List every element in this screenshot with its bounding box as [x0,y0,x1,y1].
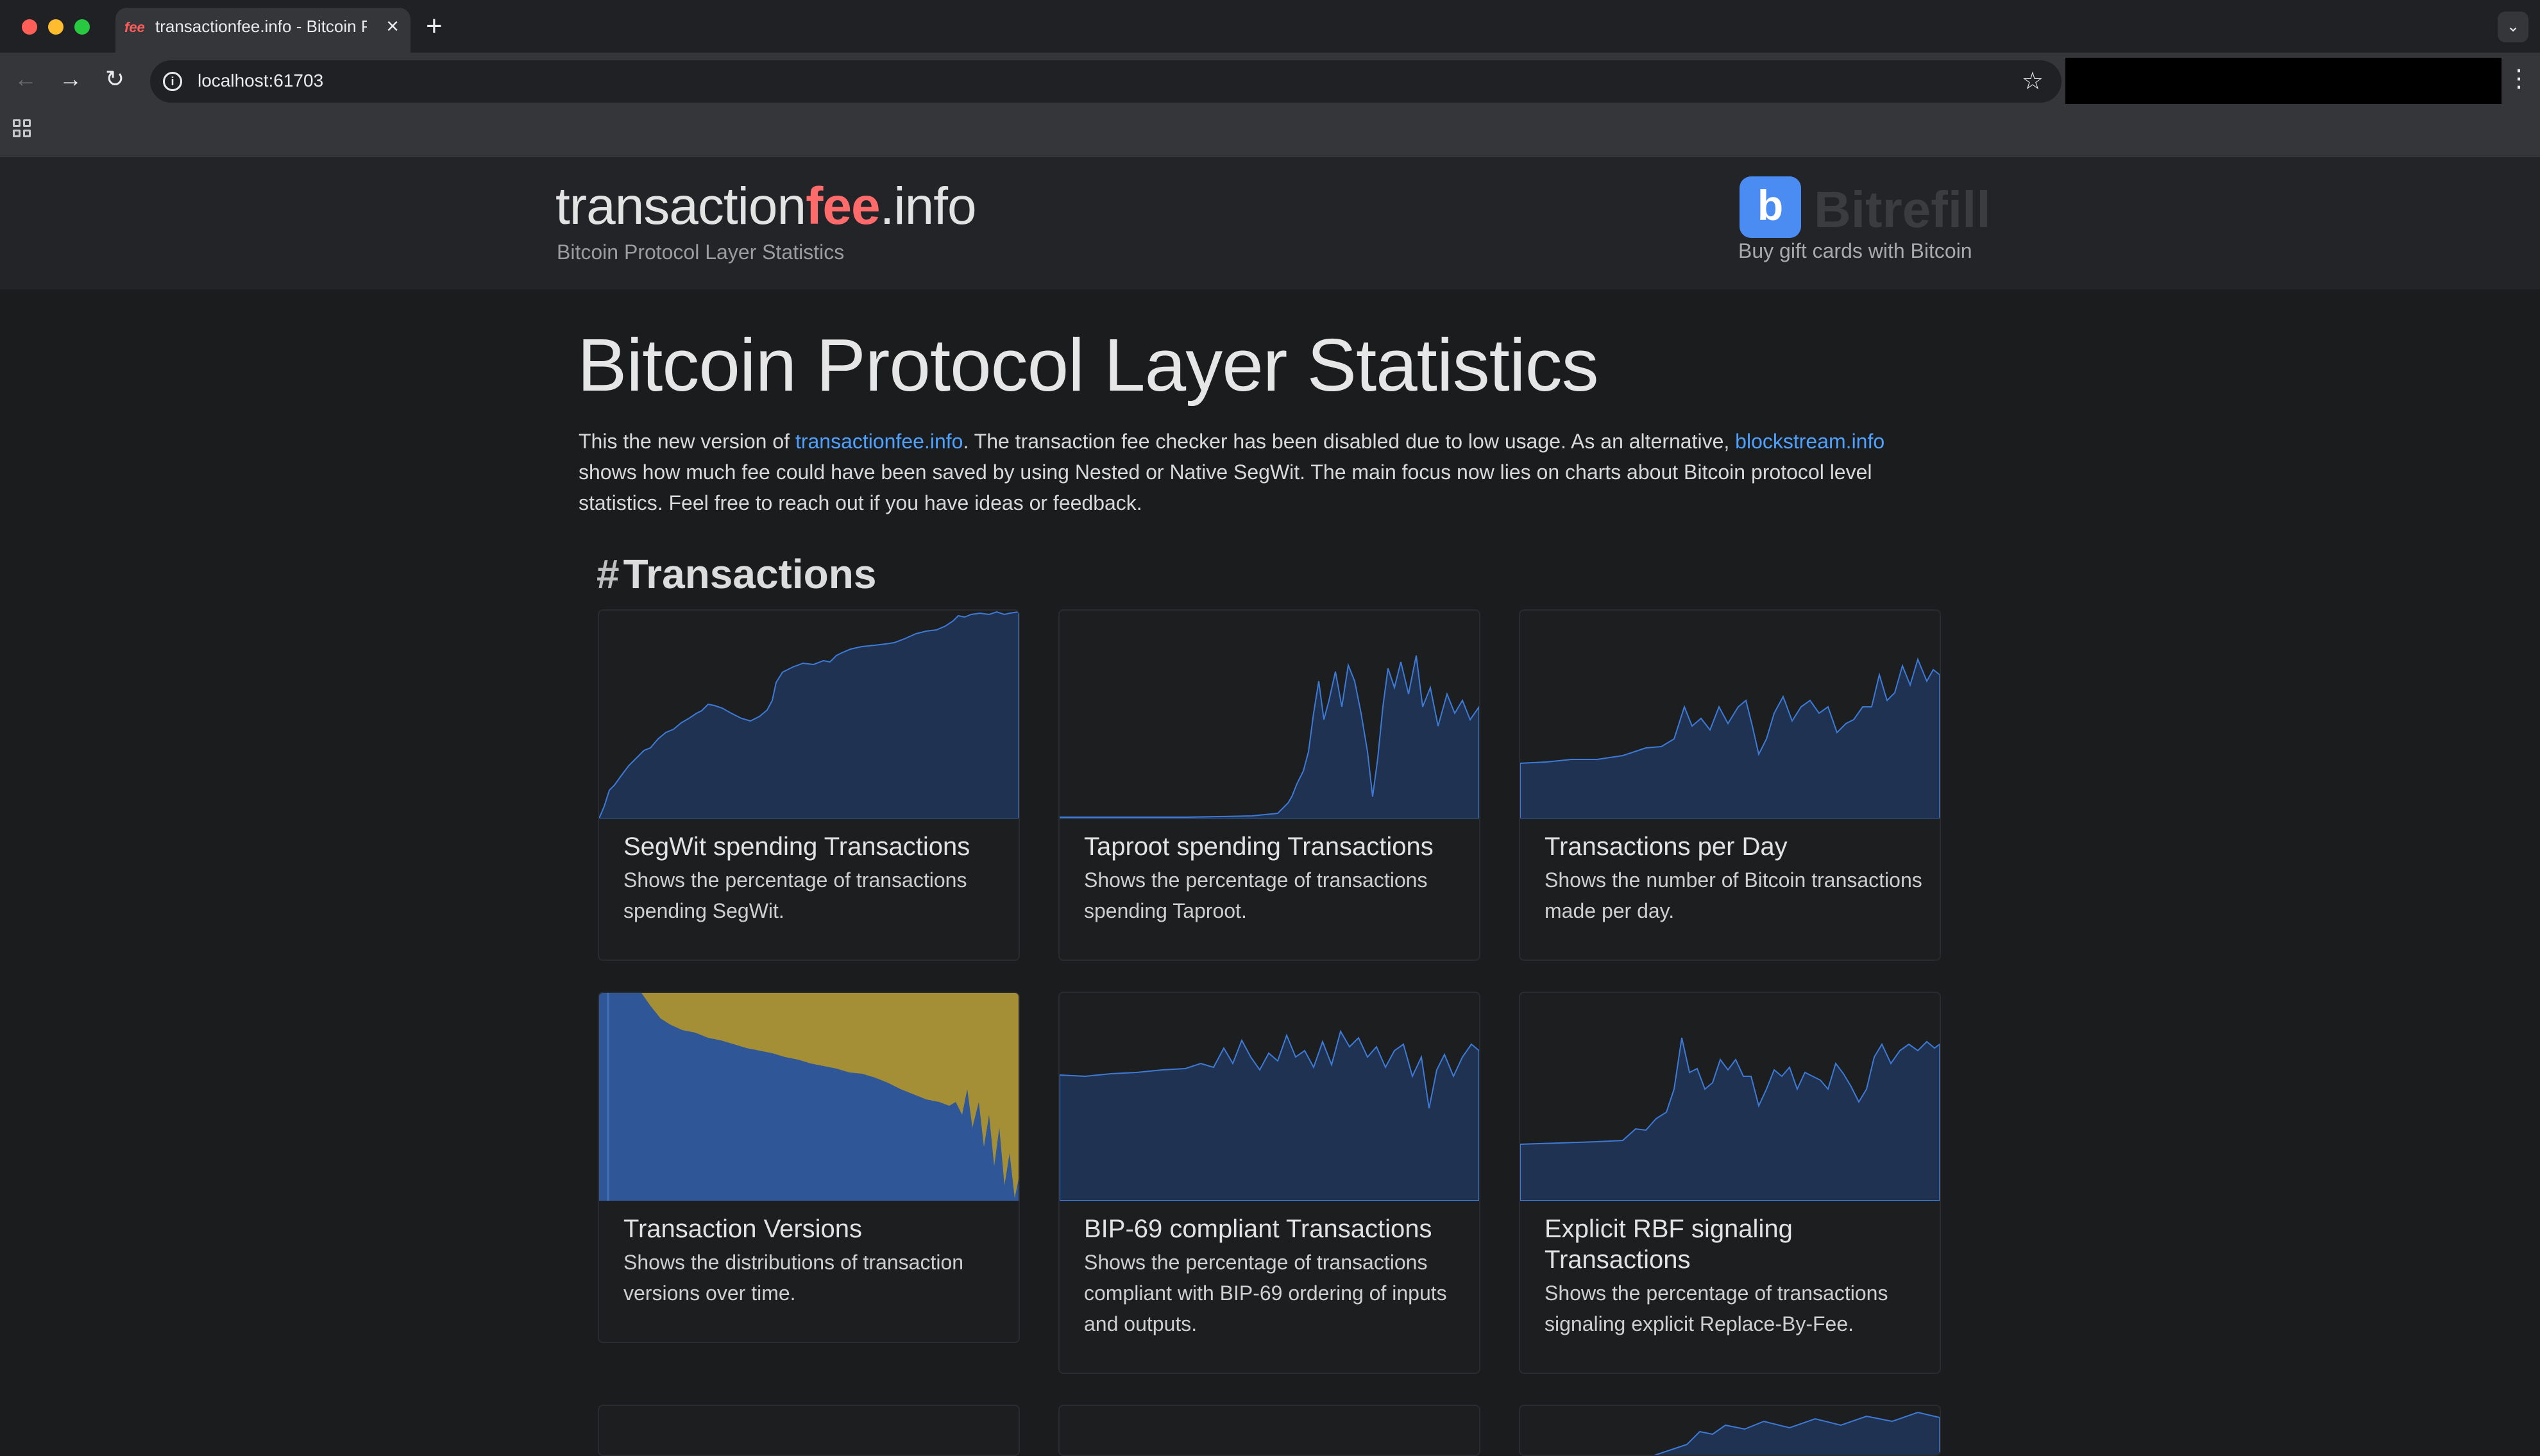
page-title: Bitcoin Protocol Layer Statistics [577,323,1599,407]
apps-grid-icon[interactable] [13,119,32,139]
card-bip69-compliant[interactable]: BIP-69 compliant Transactions Shows the … [1058,992,1480,1374]
card-title: SegWit spending Transactions [623,833,970,861]
card-title: Transactions per Day [1545,833,1788,861]
card-taproot-spending[interactable]: Taproot spending Transactions Shows the … [1058,609,1480,961]
close-window-button[interactable] [22,19,37,35]
tx-per-day-thumbnail-chart [1520,657,1940,818]
browser-chrome: fee transactionfee.info - Bitcoin P × + … [0,0,2540,157]
partial-thumbnail-chart [1654,1411,1940,1455]
url-text[interactable]: localhost:61703 [198,71,323,91]
close-tab-icon[interactable]: × [386,14,399,39]
brand-prefix: transaction [555,177,806,235]
reload-icon[interactable]: ↻ [105,65,124,92]
card-description: Shows the distributions of transaction v… [623,1251,964,1305]
section-anchor-hash[interactable]: # [597,551,620,597]
card-transactions-per-day[interactable]: Transactions per Day Shows the number of… [1519,609,1941,961]
card-title: Taproot spending Transactions [1084,833,1434,861]
site-subtitle: Bitcoin Protocol Layer Statistics [557,241,845,264]
intro-text-2: . The transaction fee checker has been d… [963,430,1736,453]
browser-tab-active[interactable]: fee transactionfee.info - Bitcoin P × [115,8,411,53]
intro-paragraph: This the new version of transactionfee.i… [579,426,1938,518]
card-description: Shows the percentage of transactions com… [1084,1251,1447,1335]
back-arrow-icon[interactable]: ← [14,65,37,92]
tab-title: transactionfee.info - Bitcoin P [155,17,367,36]
card-title: BIP-69 compliant Transactions [1084,1215,1432,1243]
card-partial-3[interactable] [1519,1405,1941,1456]
segwit-thumbnail-chart [599,611,1019,818]
brand-suffix: .info [879,177,977,235]
card-partial-2[interactable] [1058,1405,1480,1456]
site-header: transactionfee.info Bitcoin Protocol Lay… [0,157,2540,289]
card-description: Shows the percentage of transactions sig… [1545,1282,1888,1335]
blockstream-link[interactable]: blockstream.info [1735,430,1884,453]
bitrefill-ad[interactable]: b Bitrefill Buy gift cards with Bitcoin [1738,176,1991,279]
site-logo[interactable]: transactionfee.info [555,176,977,237]
bip69-thumbnail-chart [1060,1029,1479,1201]
browser-menu-icon[interactable]: ⋮ [2507,64,2531,93]
forward-arrow-icon[interactable]: → [59,65,82,92]
maximize-window-button[interactable] [74,19,90,35]
site-info-icon[interactable]: i [163,72,182,91]
address-bar[interactable]: i localhost:61703 ☆ [150,60,2062,103]
minimize-window-button[interactable] [48,19,64,35]
brand-fee: fee [806,177,881,235]
card-explicit-rbf[interactable]: Explicit RBF signaling Transactions Show… [1519,992,1941,1374]
rbf-thumbnail-chart [1520,1037,1940,1201]
bitrefill-tagline: Buy gift cards with Bitcoin [1738,239,1972,262]
redacted-extension-area [2065,58,2502,104]
intro-text-1: This the new version of [579,430,795,453]
card-segwit-spending[interactable]: SegWit spending Transactions Shows the p… [598,609,1020,961]
card-description: Shows the number of Bitcoin transactions… [1545,868,1922,922]
intro-text-3: shows how much fee could have been saved… [579,461,1872,514]
tab-strip: fee transactionfee.info - Bitcoin P × + … [0,0,2540,53]
card-description: Shows the percentage of transactions spe… [623,868,967,922]
bitrefill-name: Bitrefill [1814,181,1991,238]
taproot-thumbnail-chart [1060,655,1479,818]
versions-thumbnail-chart [599,993,1019,1201]
section-title-text: Transactions [623,551,877,597]
bookmark-star-icon[interactable]: ☆ [2022,67,2044,96]
favicon-icon: fee [124,19,145,35]
new-tab-icon[interactable]: + [426,10,443,42]
card-description: Shows the percentage of transactions spe… [1084,868,1428,922]
bitrefill-logo-icon: b [1740,176,1801,238]
section-heading-transactions: #Transactions [597,550,876,598]
card-transaction-versions[interactable]: Transaction Versions Shows the distribut… [598,992,1020,1343]
card-partial-1[interactable] [598,1405,1020,1456]
transactionfee-link[interactable]: transactionfee.info [795,430,963,453]
tab-search-chevron-icon[interactable]: ⌄ [2498,12,2528,42]
card-title: Transaction Versions [623,1215,863,1243]
card-title: Explicit RBF signaling Transactions [1545,1215,1793,1274]
